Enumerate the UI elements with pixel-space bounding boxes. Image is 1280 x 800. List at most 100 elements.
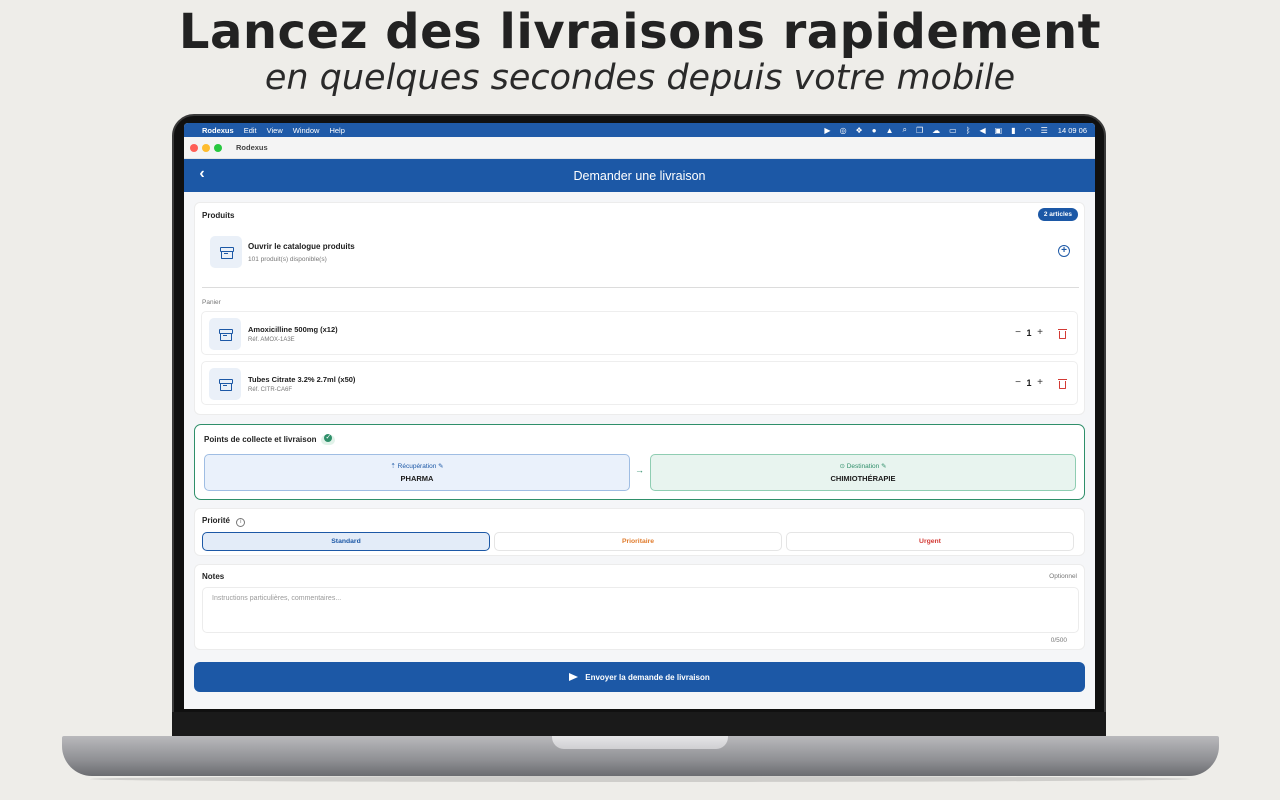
pickup-caption: ⇡ Récupération ✎: [205, 462, 629, 470]
menu-app[interactable]: Rodexus: [202, 126, 234, 135]
item-icon-wrap: [209, 368, 241, 400]
maximize-window-button[interactable]: [214, 143, 222, 152]
drive-icon[interactable]: ▲: [886, 126, 894, 135]
laptop-notch: [552, 736, 728, 749]
destination-caption-text: Destination: [846, 463, 880, 470]
wifi-icon[interactable]: ◠: [1025, 126, 1032, 135]
cart-label: Panier: [202, 299, 221, 306]
menu-window[interactable]: Window: [293, 126, 320, 135]
quantity-value: 1: [1026, 377, 1032, 388]
add-circle-icon[interactable]: +: [1058, 245, 1070, 257]
volume-icon[interactable]: ◀: [980, 126, 986, 135]
hero-subtitle: en quelques secondes depuis votre mobile: [264, 58, 1016, 98]
edit-pencil-icon[interactable]: ✎: [438, 463, 443, 470]
dropbox-icon[interactable]: ❖: [856, 126, 863, 135]
route-label: Points de collecte et livraison: [204, 434, 336, 445]
cart-item-name: Tubes Citrate 3.2% 2.7ml (x50): [248, 375, 356, 384]
j-icon[interactable]: ●: [872, 126, 877, 135]
window-titlebar: Rodexus: [184, 137, 1095, 159]
cloud-icon[interactable]: ☁: [932, 126, 940, 135]
laptop-hinge: [172, 712, 1106, 738]
send-request-button[interactable]: Envoyer la demande de livraison: [194, 662, 1085, 692]
notes-optional-label: Optionnel: [1049, 573, 1077, 580]
item-icon-wrap: [209, 318, 241, 350]
trash-icon[interactable]: [1058, 379, 1067, 389]
priority-urgent-button[interactable]: Urgent: [786, 532, 1074, 551]
search-icon[interactable]: ⌕: [902, 125, 906, 135]
products-card: Produits 2 articles Ouvrir le catalogue …: [194, 202, 1085, 415]
window-title: Rodexus: [236, 143, 268, 152]
route-label-text: Points de collecte et livraison: [204, 435, 317, 445]
quantity-value: 1: [1026, 327, 1032, 338]
decrement-button[interactable]: −: [1013, 377, 1023, 388]
pickup-caption-text: Récupération: [397, 463, 437, 470]
notes-counter: 0/500: [1050, 637, 1067, 644]
quantity-stepper: − 1 +: [1013, 327, 1045, 338]
upload-icon: ⇡: [390, 463, 396, 470]
chevron-left-icon[interactable]: ‹: [194, 165, 210, 183]
increment-button[interactable]: +: [1035, 377, 1045, 388]
products-label: Produits: [202, 211, 235, 220]
location-pin-icon: ⊙: [839, 463, 845, 470]
open-catalog-button[interactable]: Ouvrir le catalogue produits 101 produit…: [201, 229, 1078, 273]
notes-label: Notes: [202, 572, 225, 581]
check-icon: [321, 434, 336, 445]
battery-icon[interactable]: ▮: [1011, 126, 1015, 135]
menu-edit[interactable]: Edit: [244, 126, 257, 135]
send-icon: [569, 673, 579, 681]
pickup-selector[interactable]: ⇡ Récupération ✎ PHARMA: [204, 454, 630, 491]
control-center-icon[interactable]: ☰: [1041, 126, 1048, 135]
notes-textarea[interactable]: Instructions particulières, commentaires…: [202, 587, 1079, 633]
menubar-clock[interactable]: 14 09 06: [1058, 126, 1087, 135]
decrement-button[interactable]: −: [1013, 327, 1023, 338]
quantity-stepper: − 1 +: [1013, 377, 1045, 388]
arrow-right-icon: →: [635, 465, 644, 475]
archive-box-icon: [219, 328, 233, 341]
cart-item-name: Amoxicilline 500mg (x12): [248, 325, 338, 334]
notes-card: Notes Optionnel Instructions particulièr…: [194, 564, 1085, 650]
priority-prioritaire-button[interactable]: Prioritaire: [494, 532, 782, 551]
priority-card: Priorité i Standard Prioritaire Urgent: [194, 508, 1085, 556]
shield-icon[interactable]: ◎: [840, 126, 847, 135]
destination-value: CHIMIOTHÉRAPIE: [830, 474, 896, 483]
archive-box-icon: [219, 378, 233, 391]
priority-standard-button[interactable]: Standard: [202, 532, 490, 551]
cart-item-ref: Réf. CITR-CA6F: [248, 387, 293, 393]
increment-button[interactable]: +: [1035, 327, 1045, 338]
destination-selector[interactable]: ⊙ Destination ✎ CHIMIOTHÉRAPIE: [650, 454, 1076, 491]
laptop-shadow: [90, 776, 1190, 782]
hero-title: Lancez des livraisons rapidement: [178, 4, 1102, 60]
edit-pencil-icon[interactable]: ✎: [881, 463, 886, 470]
page-title: Demander une livraison: [573, 168, 706, 183]
minimize-window-button[interactable]: [202, 143, 210, 152]
monitor-icon[interactable]: ▭: [949, 126, 957, 135]
close-window-button[interactable]: [190, 143, 198, 152]
catalog-box-icon-wrap: [210, 236, 242, 268]
macos-menubar: Rodexus Edit View Window Help ▶ ◎ ❖ ● ▲ …: [184, 123, 1095, 137]
catalog-title: Ouvrir le catalogue produits: [248, 242, 355, 251]
app-bar: ‹ Demander une livraison: [184, 159, 1095, 192]
archive-box-icon: [220, 246, 234, 259]
cart-item: Amoxicilline 500mg (x12) Réf. AMOX-1A3E …: [201, 311, 1078, 355]
play-icon[interactable]: ▶: [824, 126, 830, 135]
catalog-subtitle: 101 produit(s) disponible(s): [248, 256, 327, 263]
priority-label: Priorité i: [202, 516, 246, 527]
items-count-badge: 2 articles: [1037, 208, 1078, 221]
window-icon[interactable]: ❐: [916, 126, 923, 135]
pickup-value: PHARMA: [400, 474, 434, 483]
send-request-label: Envoyer la demande de livraison: [585, 672, 710, 682]
menu-help[interactable]: Help: [329, 126, 344, 135]
priority-label-text: Priorité: [202, 516, 231, 525]
info-icon[interactable]: i: [236, 518, 246, 527]
destination-caption: ⊙ Destination ✎: [651, 462, 1075, 470]
laptop-screen: Rodexus Edit View Window Help ▶ ◎ ❖ ● ▲ …: [184, 123, 1095, 709]
bluetooth-icon[interactable]: ᛒ: [966, 126, 971, 135]
menu-view[interactable]: View: [267, 126, 283, 135]
cart-item: Tubes Citrate 3.2% 2.7ml (x50) Réf. CITR…: [201, 361, 1078, 405]
divider: [202, 287, 1079, 288]
route-card: Points de collecte et livraison ⇡ Récupé…: [194, 424, 1085, 500]
trash-icon[interactable]: [1058, 329, 1067, 339]
cart-item-ref: Réf. AMOX-1A3E: [248, 337, 295, 343]
main-content: Produits 2 articles Ouvrir le catalogue …: [184, 192, 1095, 709]
display-icon[interactable]: ▣: [995, 126, 1003, 135]
